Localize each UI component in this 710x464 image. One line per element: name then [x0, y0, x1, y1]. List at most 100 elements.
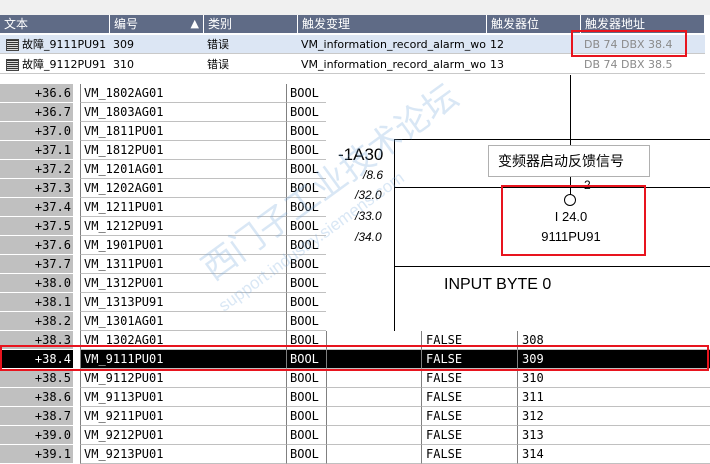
type-cell: BOOL: [286, 198, 326, 217]
tag-name-cell: VM_9113PU01: [80, 388, 286, 407]
address-cell: +39.0: [0, 426, 73, 445]
type-cell: BOOL: [286, 217, 326, 236]
address-cell: +36.6: [0, 84, 73, 103]
row-handle-icon[interactable]: [6, 39, 19, 51]
column-header-label: 触发器地址: [585, 17, 646, 31]
address-cell: +37.4: [0, 198, 73, 217]
type-cell: BOOL: [286, 445, 326, 464]
tag-name-cell: VM_1812PU01: [80, 141, 286, 160]
alarm-cell-number: 310: [113, 58, 134, 71]
alarm-row[interactable]: 故障_9112PU91 310 错误 VM_information_record_al…: [0, 55, 705, 74]
alarm-table-topbar: [0, 0, 710, 15]
tag-name-cell: VM_1802AG01: [80, 84, 286, 103]
address-row[interactable]: +38.2 VM_1301AG01 BOOL: [0, 312, 710, 331]
address-cell: +38.6: [0, 388, 73, 407]
address-row[interactable]: +38.1 VM_1313PU91 BOOL: [0, 293, 710, 312]
highlight-selected-row: [0, 345, 709, 371]
type-cell: BOOL: [286, 407, 326, 426]
address-cell: +37.5: [0, 217, 73, 236]
address-cell: +37.7: [0, 255, 73, 274]
type-cell: BOOL: [286, 274, 326, 293]
alarm-cell-trigger-tag: VM_information_record_alarm_word_20: [301, 58, 486, 71]
address-row[interactable]: +36.6 VM_1802AG01 BOOL: [0, 84, 710, 103]
alarm-cell-category: 错误: [207, 58, 229, 71]
tag-name-cell: VM_1313PU91: [80, 293, 286, 312]
type-cell: BOOL: [286, 160, 326, 179]
address-cell: +38.1: [0, 293, 73, 312]
alarm-cell-category: 错误: [207, 38, 229, 51]
column-header-number[interactable]: 编号 ▲: [110, 15, 204, 33]
alarm-cell-trigger-tag: VM_information_record_alarm_word_20: [301, 38, 486, 51]
address-cell: +36.7: [0, 103, 73, 122]
type-cell: BOOL: [286, 141, 326, 160]
alarm-number-cell: 312: [517, 407, 710, 426]
alarm-number-cell: 313: [517, 426, 710, 445]
value-cell: FALSE: [421, 369, 517, 388]
column-header-label: 编号: [114, 17, 139, 31]
address-row[interactable]: +36.7 VM_1803AG01 BOOL: [0, 103, 710, 122]
address-row[interactable]: +38.5 VM_9112PU01 BOOL FALSE 310: [0, 369, 710, 388]
address-cell: +37.6: [0, 236, 73, 255]
tag-name-cell: VM_1212PU91: [80, 217, 286, 236]
highlight-trigger-address: [571, 30, 687, 57]
type-cell: BOOL: [286, 293, 326, 312]
address-cell: +37.1: [0, 141, 73, 160]
type-cell: BOOL: [286, 179, 326, 198]
value-cell: FALSE: [421, 388, 517, 407]
type-cell: BOOL: [286, 255, 326, 274]
value-cell: FALSE: [421, 407, 517, 426]
address-row[interactable]: +37.7 VM_1311PU01 BOOL: [0, 255, 710, 274]
address-row[interactable]: +38.0 VM_1312PU01 BOOL: [0, 274, 710, 293]
address-cell: +37.3: [0, 179, 73, 198]
type-cell: BOOL: [286, 388, 326, 407]
highlight-input-address: [501, 185, 646, 256]
type-cell: BOOL: [286, 122, 326, 141]
column-header-trigger-bit[interactable]: 触发器位: [487, 15, 581, 33]
tag-name-cell: VM_1803AG01: [80, 103, 286, 122]
type-cell: BOOL: [286, 426, 326, 445]
value-cell: FALSE: [421, 445, 517, 464]
column-header-trigger-tag[interactable]: 触发变理: [298, 15, 487, 33]
address-row[interactable]: +37.1 VM_1812PU01 BOOL: [0, 141, 710, 160]
address-row[interactable]: +37.0 VM_1811PU01 BOOL: [0, 122, 710, 141]
tag-name-cell: VM_9212PU01: [80, 426, 286, 445]
column-header-label: 文本: [4, 17, 29, 31]
address-row[interactable]: +39.1 VM_9213PU01 BOOL FALSE 314: [0, 445, 710, 464]
address-row[interactable]: +38.6 VM_9113PU01 BOOL FALSE 311: [0, 388, 710, 407]
address-cell: +38.7: [0, 407, 73, 426]
address-row[interactable]: +38.7 VM_9211PU01 BOOL FALSE 312: [0, 407, 710, 426]
column-header-label: 触发器位: [491, 17, 540, 31]
tag-name-cell: VM_1901PU01: [80, 236, 286, 255]
tag-name-cell: VM_9213PU01: [80, 445, 286, 464]
tag-name-cell: VM_1311PU01: [80, 255, 286, 274]
type-cell: BOOL: [286, 236, 326, 255]
sort-ascending-icon[interactable]: ▲: [191, 15, 199, 33]
alarm-cell-text: 故障_9111PU91: [22, 38, 107, 51]
type-cell: BOOL: [286, 103, 326, 122]
alarm-number-cell: 310: [517, 369, 710, 388]
address-cell: +37.2: [0, 160, 73, 179]
column-header-label: 触发变理: [302, 17, 351, 31]
column-header-text[interactable]: 文本: [0, 15, 110, 33]
address-row[interactable]: +39.0 VM_9212PU01 BOOL FALSE 313: [0, 426, 710, 445]
address-cell: +37.0: [0, 122, 73, 141]
type-cell: BOOL: [286, 84, 326, 103]
tag-name-cell: VM_1202AG01: [80, 179, 286, 198]
address-row[interactable]: +37.2 VM_1201AG01 BOOL: [0, 160, 710, 179]
alarm-cell-trigger-address: DB 74 DBX 38.5: [584, 58, 673, 71]
value-cell: FALSE: [421, 426, 517, 445]
address-cell: +38.5: [0, 369, 73, 388]
column-header-label: 类别: [208, 17, 233, 31]
alarm-number-cell: 311: [517, 388, 710, 407]
type-cell: BOOL: [286, 369, 326, 388]
alarm-cell-trigger-bit: 12: [490, 38, 504, 51]
tag-name-cell: VM_9112PU01: [80, 369, 286, 388]
alarm-cell-text: 故障_9112PU91: [22, 58, 107, 71]
alarm-cell-number: 309: [113, 38, 134, 51]
column-header-category[interactable]: 类别: [204, 15, 298, 33]
tag-name-cell: VM_1211PU01: [80, 198, 286, 217]
row-handle-icon[interactable]: [6, 59, 19, 71]
address-cell: +38.0: [0, 274, 73, 293]
tag-name-cell: VM_1811PU01: [80, 122, 286, 141]
tag-name-cell: VM_1201AG01: [80, 160, 286, 179]
